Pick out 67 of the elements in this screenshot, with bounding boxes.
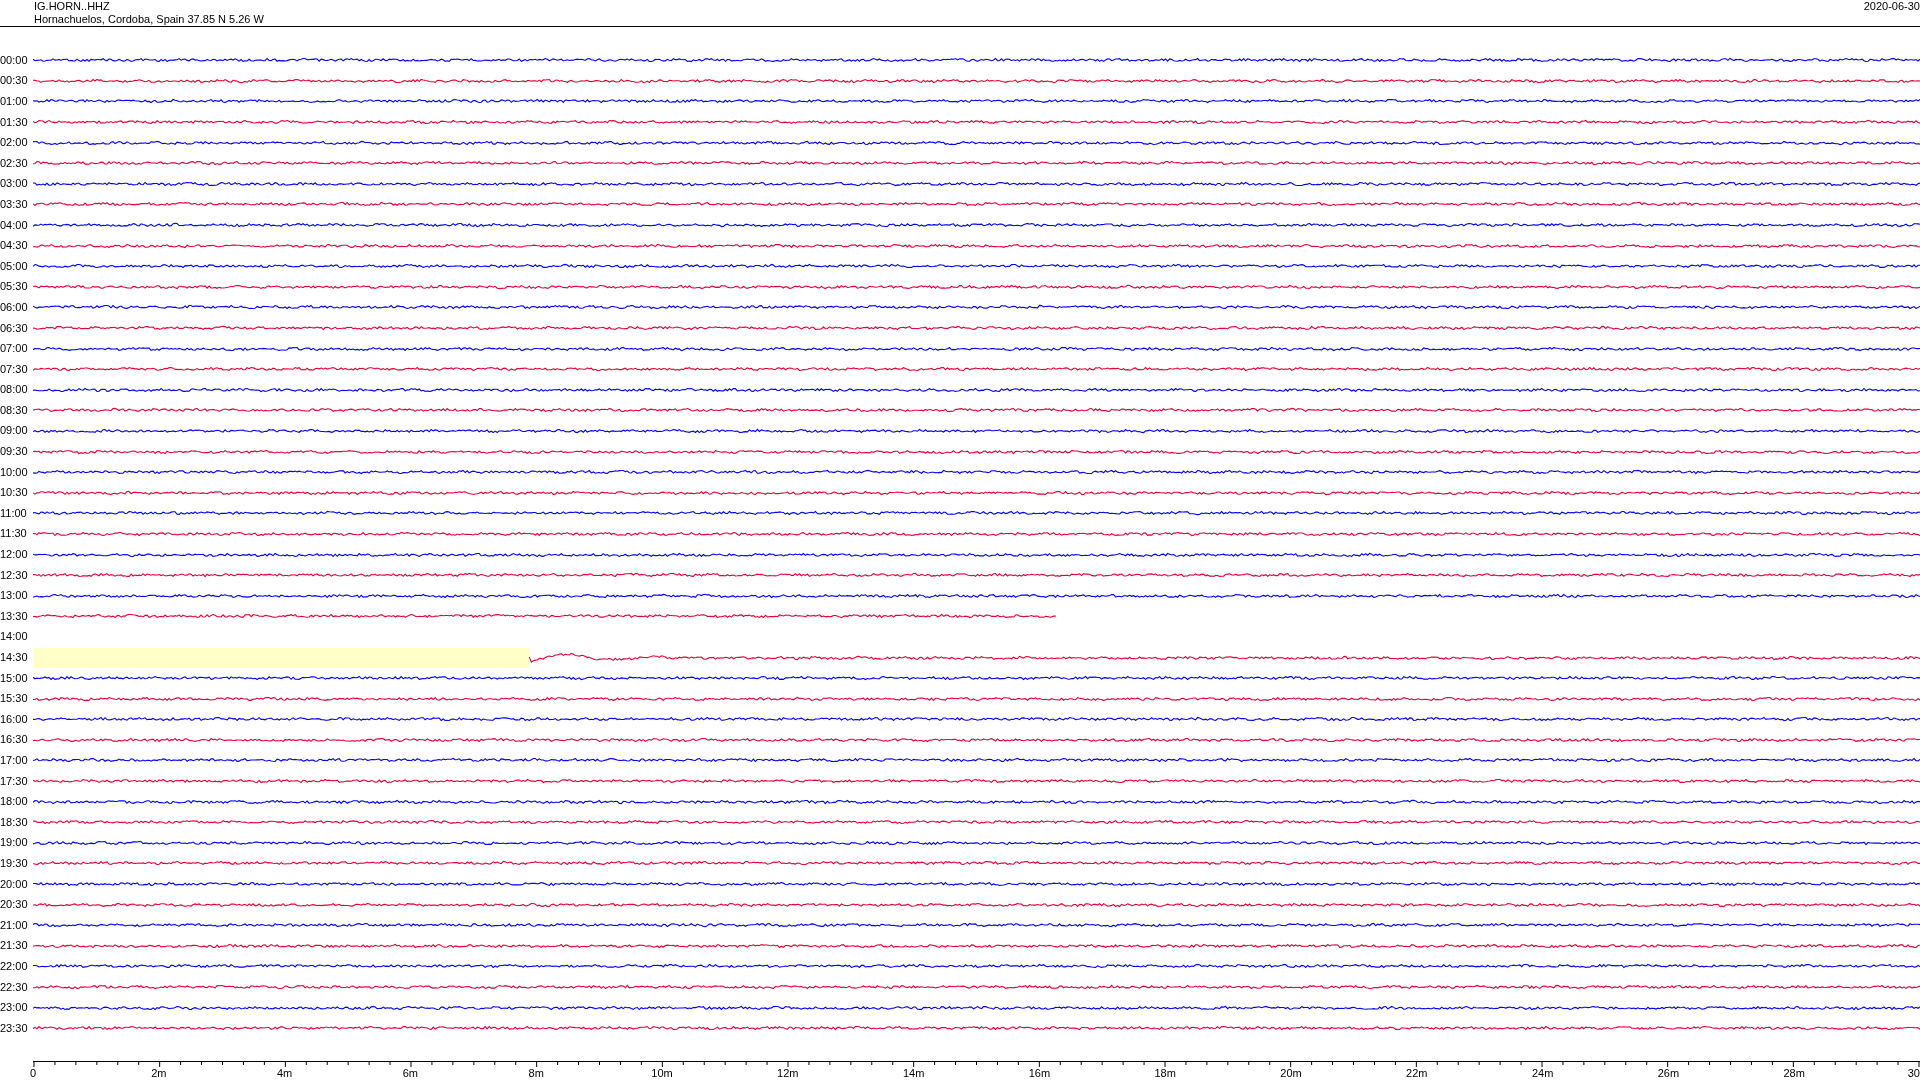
time-label: 10:30 xyxy=(0,487,29,499)
tick-label: 2m xyxy=(151,1067,167,1079)
time-label: 16:00 xyxy=(0,713,29,725)
time-label: 08:30 xyxy=(0,404,29,416)
tick-label: 22m xyxy=(1406,1067,1428,1079)
tick-label: 14m xyxy=(902,1067,925,1079)
time-label: 12:00 xyxy=(0,549,29,561)
tick-label: 12m xyxy=(777,1067,799,1079)
tick-label: 16m xyxy=(1028,1067,1051,1079)
tick-label: 20m xyxy=(1280,1067,1302,1079)
time-label: 10:00 xyxy=(0,466,29,478)
time-label: 08:00 xyxy=(0,384,29,396)
time-label: 00:00 xyxy=(0,54,29,66)
time-label: 09:30 xyxy=(0,446,29,458)
time-label: 20:30 xyxy=(0,899,29,911)
time-label: 14:00 xyxy=(0,631,29,643)
time-label: 01:30 xyxy=(0,116,29,128)
tick-label: 24m xyxy=(1531,1067,1554,1079)
tick-label: 10m xyxy=(651,1067,673,1079)
tick-label: 6m xyxy=(402,1067,419,1079)
time-label: 21:30 xyxy=(0,940,29,952)
station-code: IG.HORN..HHZ xyxy=(34,0,111,12)
time-label: 09:00 xyxy=(0,425,29,437)
time-label: 13:30 xyxy=(0,610,29,622)
time-label: 17:00 xyxy=(0,755,29,766)
record-date: 2020-06-30 xyxy=(1863,0,1920,12)
time-label: 07:00 xyxy=(0,343,29,355)
time-label: 04:00 xyxy=(0,219,29,231)
time-label: 16:30 xyxy=(0,734,29,746)
time-label: 11:30 xyxy=(0,528,28,540)
time-label: 12:30 xyxy=(0,569,29,581)
time-label: 17:30 xyxy=(0,775,29,787)
time-label: 14:30 xyxy=(0,652,29,663)
time-label: 15:00 xyxy=(0,672,29,684)
time-label: 03:30 xyxy=(0,198,29,210)
time-label: 18:00 xyxy=(0,796,29,808)
time-label: 06:00 xyxy=(0,301,29,313)
tick-label: 8m xyxy=(528,1067,544,1079)
time-label: 06:30 xyxy=(0,322,29,334)
tick-label: 18m xyxy=(1154,1067,1176,1079)
time-label: 04:30 xyxy=(0,240,29,252)
time-label: 19:00 xyxy=(0,837,29,849)
time-label: 22:30 xyxy=(0,981,29,993)
time-label: 05:00 xyxy=(0,260,29,272)
time-label: 05:30 xyxy=(0,281,29,293)
time-label: 23:00 xyxy=(0,1002,29,1014)
time-label: 01:00 xyxy=(0,96,29,107)
time-label: 18:30 xyxy=(0,816,29,828)
tick-label: 28m xyxy=(1783,1067,1805,1079)
time-label: 15:30 xyxy=(0,693,29,705)
time-label: 03:00 xyxy=(0,178,29,190)
time-label: 07:30 xyxy=(0,363,29,375)
time-label: 00:30 xyxy=(0,75,29,87)
station-location: Hornachuelos, Cordoba, Spain 37.85 N 5.26 W xyxy=(34,12,264,26)
time-label: 02:00 xyxy=(0,137,29,149)
time-label: 11:00 xyxy=(0,507,28,519)
time-label: 19:30 xyxy=(0,857,29,869)
tick-label: 0 xyxy=(30,1067,37,1079)
tick-label: 30 xyxy=(1907,1067,1920,1079)
time-label: 20:00 xyxy=(0,878,29,890)
tick-label: 26m xyxy=(1657,1067,1680,1079)
time-label: 22:00 xyxy=(0,960,29,972)
tick-label: 4m xyxy=(276,1067,293,1079)
time-label: 23:30 xyxy=(0,1022,29,1034)
time-label: 21:00 xyxy=(0,919,29,931)
time-label: 13:00 xyxy=(0,590,29,602)
time-label: 02:30 xyxy=(0,157,29,169)
